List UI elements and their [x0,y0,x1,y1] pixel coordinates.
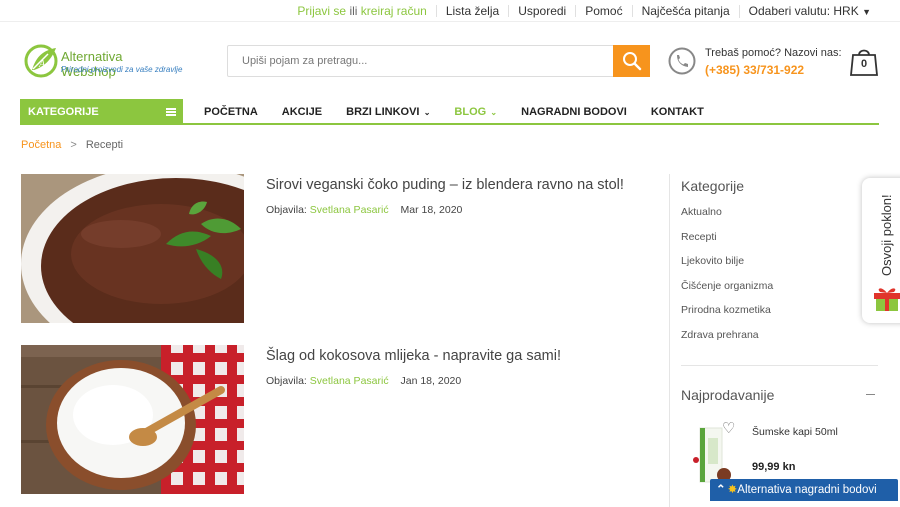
nav-contact[interactable]: KONTAKT [651,106,704,118]
sidebar-category[interactable]: Aktualno [681,206,773,231]
logo-title: Alternativa Webshop [61,49,123,79]
help-phone[interactable]: (+385) 33/731-922 [705,63,804,77]
sidebar-bestsellers-title: Najprodavanije [681,387,775,403]
breadcrumb-separator: > [70,139,77,151]
chevron-up-icon: ⌃ [716,484,726,496]
faq-link[interactable]: Najčešća pitanja [631,5,739,17]
product-price: 99,99 kn [752,461,796,473]
nav-quick-links-label: BRZI LINKOVI [346,106,420,118]
main-nav: POČETNA AKCIJE BRZI LINKOVI ⌄ BLOG ⌄ NAG… [204,99,728,125]
currency-selector[interactable]: Odaberi valutu: HRK ▼ [738,3,880,18]
cart-count: 0 [860,58,868,70]
site-logo[interactable]: A Alternativa Webshop Prirodni proizvodi… [24,44,182,79]
post-date: Mar 18, 2020 [400,204,463,216]
categories-label: KATEGORIJE [28,106,99,118]
caret-down-icon: ▼ [862,6,871,17]
blog-post: Šlag od kokosova mlijeka - napravite ga … [21,345,651,495]
chevron-down-icon: ⌄ [488,108,498,117]
login-link[interactable]: Prijavi se [297,4,346,18]
currency-value: HRK [833,3,859,18]
nav-reward-points[interactable]: NAGRADNI BODOVI [521,106,627,118]
top-bar: Prijavi se ili kreiraj račun Lista želja… [0,0,900,22]
search-input[interactable] [228,46,614,76]
product-name[interactable]: Šumske kapi 50ml [752,426,838,438]
or-text: ili [349,4,358,18]
sidebar-categories: Aktualno Recepti Ljekovito bilje Čišćenj… [681,206,773,354]
phone-icon [668,47,696,75]
nav-quick-links[interactable]: BRZI LINKOVI ⌄ [346,106,430,118]
svg-text:A: A [38,59,46,70]
collapse-icon[interactable] [866,394,875,395]
gift-icon [874,288,900,311]
sidebar-category[interactable]: Ljekovito bilje [681,255,773,280]
blog-post: Sirovi veganski čoko puding – iz blender… [21,174,651,324]
heart-icon[interactable]: ♡ [722,419,735,437]
search-box [227,45,650,77]
sidebar-separator [681,365,878,366]
search-button[interactable] [613,45,650,77]
compare-link[interactable]: Usporedi [508,5,575,17]
sidebar-divider [669,174,670,507]
nav-akcije[interactable]: AKCIJE [282,106,322,118]
post-meta: Objavila: Svetlana Pasarić Mar 18, 2020 [266,204,462,216]
help-link[interactable]: Pomoć [575,5,631,17]
breadcrumb: Početna > Recepti [21,139,123,151]
post-thumbnail[interactable] [21,345,244,494]
post-thumbnail[interactable] [21,174,244,323]
post-author[interactable]: Svetlana Pasarić [310,375,389,387]
logo-tagline: Prirodni proizvodi za vaše zdravlje [61,65,183,74]
top-links: Prijavi se ili kreiraj račun Lista želja… [288,0,880,22]
sidebar-categories-title: Kategorije [681,178,745,194]
post-by-label: Objavila: [266,204,307,216]
register-link[interactable]: kreiraj račun [361,4,427,18]
cart-button[interactable]: 0 [848,46,880,76]
menu-icon [166,108,176,116]
sun-icon: ✸ [727,484,738,496]
gift-tab[interactable]: Osvoji poklon! [862,178,900,323]
breadcrumb-home[interactable]: Početna [21,139,61,151]
wishlist-link[interactable]: Lista želja [435,5,508,17]
post-meta: Objavila: Svetlana Pasarić Jan 18, 2020 [266,375,461,387]
nav-blog-label: BLOG [454,106,487,118]
reward-points-badge[interactable]: ⌃ ✸Alternativa nagradni bodovi [710,479,898,501]
help-question: Trebaš pomoć? Nazovi nas: [705,47,842,59]
breadcrumb-current: Recepti [85,139,124,151]
gift-tab-label: Osvoji poklon! [879,194,894,276]
reward-points-label: Alternativa nagradni bodovi [737,484,877,496]
sidebar-category[interactable]: Prirodna kozmetika [681,304,773,329]
post-author[interactable]: Svetlana Pasarić [310,204,389,216]
post-date: Jan 18, 2020 [400,375,462,387]
chocolate-pudding-image [21,174,244,323]
post-title[interactable]: Šlag od kokosova mlijeka - napravite ga … [266,348,561,364]
sidebar-category[interactable]: Čišćenje organizma [681,280,773,305]
post-title[interactable]: Sirovi veganski čoko puding – iz blender… [266,177,624,193]
sidebar-category[interactable]: Zdrava prehrana [681,329,773,354]
nav-home[interactable]: POČETNA [204,106,258,118]
leaf-logo-icon: A [24,44,58,78]
sidebar-category[interactable]: Recepti [681,231,773,256]
nav-blog[interactable]: BLOG ⌄ [454,106,497,118]
search-icon [622,52,641,71]
chevron-down-icon: ⌄ [421,108,431,117]
auth-links: Prijavi se ili kreiraj račun [288,5,435,17]
currency-label: Odaberi valutu: [748,3,831,18]
post-by-label: Objavila: [266,375,307,387]
coconut-cream-image [21,345,244,494]
categories-button[interactable]: KATEGORIJE [20,99,183,125]
